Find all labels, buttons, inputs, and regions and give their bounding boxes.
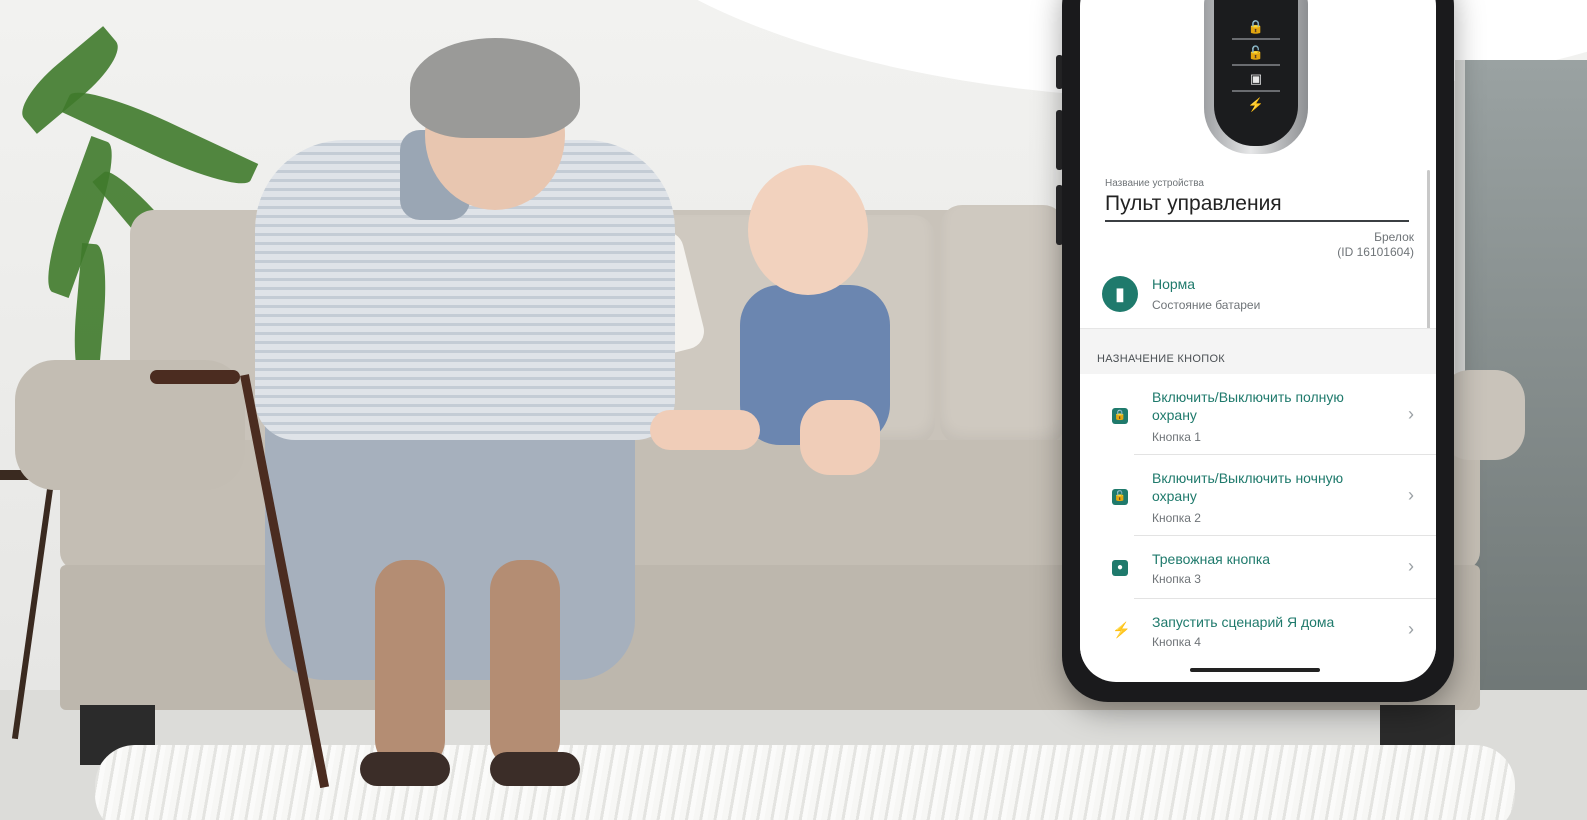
battery-icon: ▮ [1102,276,1138,312]
slipper [360,752,450,786]
button-subtitle: Кнопка 1 [1152,430,1201,444]
button-subtitle: Кнопка 4 [1152,635,1201,649]
button-assignment-1[interactable]: 🔒 Включить/Выключить полную охрану Кнопк… [1080,374,1436,455]
button-title: Включить/Выключить полную охрану [1152,389,1344,423]
key-fob-body: 🔒 🔓 ▣ ⚡ [1214,0,1298,146]
grandmother-leg [375,560,445,770]
baby-head [748,165,868,295]
chevron-right-icon: › [1408,485,1414,505]
sofa-cushion [940,205,1065,445]
device-name-label: Название устройства [1105,178,1204,189]
section-title: НАЗНАЧЕНИЕ КНОПОК [1097,353,1226,365]
baby-leg [650,410,760,450]
key-fob-image: 🔒 🔓 ▣ ⚡ [1204,0,1308,154]
lock-icon: 🔒 [1112,408,1128,424]
button-subtitle: Кнопка 2 [1152,511,1201,525]
lightning-icon: ⚡ [1112,622,1131,639]
alarm-icon: ● [1112,560,1128,576]
section-header: НАЗНАЧЕНИЕ КНОПОК [1080,328,1436,375]
fob-alarm-icon: ▣ [1232,68,1280,92]
device-type: Брелок [1374,230,1414,244]
fob-lightning-icon: ⚡ [1247,97,1265,112]
fluffy-rug [95,745,1515,820]
device-id: (ID 16101604) [1337,245,1414,259]
device-name-input[interactable]: Пульт управления [1105,192,1409,222]
button-title: Запустить сценарий Я дома [1152,614,1335,630]
unlock-icon: 🔓 [1112,489,1128,505]
chevron-right-icon: › [1408,619,1414,639]
home-indicator[interactable] [1190,668,1320,672]
device-type-info: Брелок (ID 16101604) [1337,230,1414,260]
battery-label: Состояние батареи [1152,298,1261,312]
button-subtitle: Кнопка 3 [1152,572,1201,586]
chevron-right-icon: › [1408,556,1414,576]
button-assignment-2[interactable]: 🔓 Включить/Выключить ночную охрану Кнопк… [1080,455,1436,536]
chevron-right-icon: › [1408,404,1414,424]
grandmother-leg [490,560,560,770]
battery-status: Норма [1152,276,1196,292]
fob-lock-icon: 🔒 [1232,16,1280,40]
fob-unlock-icon: 🔓 [1232,42,1280,66]
button-title: Включить/Выключить ночную охрану [1152,470,1344,504]
button-assignment-3[interactable]: ● Тревожная кнопка Кнопка 3 › [1080,536,1436,599]
battery-status-row: ▮ Норма Состояние батареи [1080,268,1436,324]
phone-screen: 🔒 🔓 ▣ ⚡ Название устройства Пульт управл… [1080,0,1436,682]
cane-handle [150,370,240,384]
baby-leg [800,400,880,475]
grandmother-hair [410,38,580,138]
slipper [490,752,580,786]
button-title: Тревожная кнопка [1152,551,1271,567]
button-assignment-4[interactable]: ⚡ Запустить сценарий Я дома Кнопка 4 › [1080,599,1436,662]
